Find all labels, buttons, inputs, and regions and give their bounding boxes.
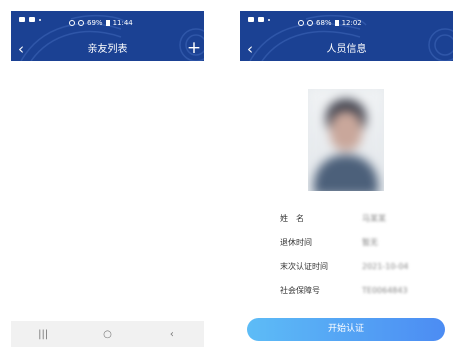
wifi-icon <box>78 20 84 26</box>
info-label: 退休时间 <box>280 238 312 247</box>
dot-icon <box>39 18 41 21</box>
battery-icon <box>334 20 339 26</box>
gallery-icon <box>19 17 25 22</box>
status-icons-right: 69% 11:44 <box>69 17 133 29</box>
info-label: 社会保障号 <box>280 286 320 295</box>
header: 68% 12:02 ‹ 人员信息 <box>240 11 453 61</box>
android-nav-bar: ||| ○ ‹ <box>11 321 204 347</box>
status-time: 11:44 <box>112 19 133 27</box>
info-label: 末次认证时间 <box>280 262 328 271</box>
nav-row: ‹ 亲友列表 + <box>11 39 204 59</box>
info-row-social-security-no: 社会保障号 TE0064843 <box>280 286 440 310</box>
dot-icon <box>268 18 270 21</box>
notification-icon <box>258 17 264 22</box>
person-info-list: 姓 名 马某某 退休时间 暂无 末次认证时间 2021-10-04 社会保障号 … <box>280 214 440 310</box>
status-time: 12:02 <box>341 19 362 27</box>
notification-icon <box>29 17 35 22</box>
status-bar: 69% 11:44 <box>19 17 198 29</box>
status-icons-left <box>248 17 270 22</box>
status-icons-left <box>19 17 41 22</box>
recents-button[interactable]: ||| <box>28 329 58 340</box>
battery-percent: 69% <box>87 19 103 27</box>
person-photo <box>308 89 384 191</box>
person-info-screen: 68% 12:02 ‹ 人员信息 姓 名 马某某 退休时间 暂无 末次认证时间 <box>240 11 453 347</box>
page-title: 亲友列表 <box>87 44 128 55</box>
info-value: TE0064843 <box>362 286 408 295</box>
battery-icon <box>105 20 110 26</box>
info-row-name: 姓 名 马某某 <box>280 214 440 238</box>
alarm-icon <box>69 20 75 26</box>
friends-list-screen: 69% 11:44 ‹ 亲友列表 + ||| ○ ‹ <box>11 11 204 347</box>
info-value: 2021-10-04 <box>362 262 409 271</box>
start-auth-button[interactable]: 开始认证 <box>247 318 445 341</box>
nav-row: ‹ 人员信息 <box>240 41 453 59</box>
info-label: 姓 名 <box>280 214 304 223</box>
battery-percent: 68% <box>316 19 332 27</box>
wifi-icon <box>307 20 313 26</box>
status-icons-right: 68% 12:02 <box>298 17 362 29</box>
alarm-icon <box>298 20 304 26</box>
info-row-last-auth-time: 末次认证时间 2021-10-04 <box>280 262 440 286</box>
system-back-button[interactable]: ‹ <box>157 329 187 340</box>
gallery-icon <box>248 17 254 22</box>
home-button[interactable]: ○ <box>92 329 122 340</box>
info-value: 马某某 <box>362 214 386 223</box>
page-title: 人员信息 <box>326 44 367 55</box>
info-row-retire-time: 退休时间 暂无 <box>280 238 440 262</box>
status-bar: 68% 12:02 <box>248 17 447 29</box>
header: 69% 11:44 ‹ 亲友列表 + <box>11 11 204 61</box>
add-button[interactable]: + <box>186 39 202 57</box>
info-value: 暂无 <box>362 238 378 247</box>
